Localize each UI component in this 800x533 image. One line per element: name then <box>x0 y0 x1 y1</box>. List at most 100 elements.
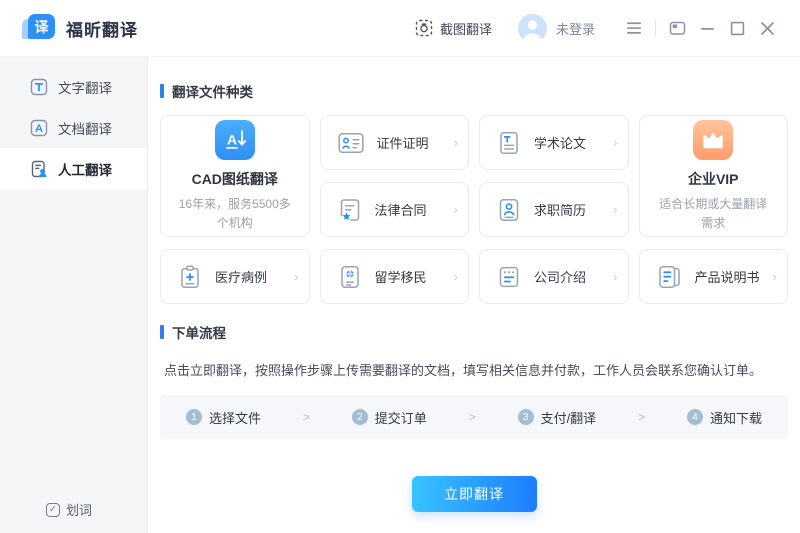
titlebar-actions: 截图翻译 未登录 <box>415 13 782 43</box>
step-arrow: > <box>303 410 310 424</box>
card-label: 证件证明 <box>377 133 429 152</box>
id-card-icon <box>338 132 364 154</box>
resume-person-icon <box>497 198 521 222</box>
card-title: 企业VIP <box>688 169 739 189</box>
step-pay-translate: 3 支付/翻译 <box>518 408 597 427</box>
card-subtitle: 适合长期或大量翻译需求 <box>654 195 774 232</box>
sidebar: 文字翻译 A 文档翻译 人工翻译 <box>0 57 148 533</box>
step-choose-file: 1 选择文件 <box>186 408 261 427</box>
chevron-right-icon: › <box>613 135 617 150</box>
step-number-badge: 3 <box>518 409 534 425</box>
card-company-intro[interactable]: 公司介绍 › <box>479 249 629 304</box>
card-product-manual[interactable]: 产品说明书 › <box>639 249 789 304</box>
step-number-badge: 2 <box>352 409 368 425</box>
word-selection-toggle[interactable]: ✓ 划词 <box>46 500 92 519</box>
chevron-right-icon: › <box>294 269 298 284</box>
app-window: 译 福昕翻译 截图翻译 未登 <box>0 0 800 533</box>
title-bar: 译 福昕翻译 截图翻译 未登 <box>0 0 800 57</box>
card-label: 产品说明书 <box>695 267 760 286</box>
step-label: 选择文件 <box>209 408 261 427</box>
screenshot-translate-button[interactable]: 截图翻译 <box>415 19 492 38</box>
chevron-right-icon: › <box>454 269 458 284</box>
svg-text:A: A <box>227 131 237 147</box>
section-accent-bar <box>160 84 164 98</box>
company-doc-icon <box>497 265 521 289</box>
step-arrow: > <box>638 410 645 424</box>
step-label: 提交订单 <box>375 408 427 427</box>
sidebar-item-doc-translate[interactable]: A 文档翻译 <box>0 107 147 148</box>
card-resume[interactable]: 求职简历 › <box>479 182 629 237</box>
step-submit-order: 2 提交订单 <box>352 408 427 427</box>
academic-paper-icon <box>497 131 521 155</box>
medical-plus-icon <box>178 265 202 289</box>
card-label: 法律合同 <box>375 200 427 219</box>
contract-star-icon <box>338 198 362 222</box>
human-translate-icon <box>30 160 48 178</box>
sidebar-item-human-translate[interactable]: 人工翻译 <box>0 148 147 189</box>
minimize-button[interactable] <box>692 13 722 43</box>
chevron-right-icon: › <box>613 202 617 217</box>
card-label: 留学移民 <box>375 267 427 286</box>
card-certificate[interactable]: 证件证明 › <box>320 115 470 170</box>
chevron-right-icon: › <box>454 135 458 150</box>
card-label: 学术论文 <box>534 133 586 152</box>
login-status[interactable]: 未登录 <box>556 19 595 38</box>
chevron-right-icon: › <box>773 269 777 284</box>
screenshot-translate-label: 截图翻译 <box>440 19 492 38</box>
card-academic-paper[interactable]: 学术论文 › <box>479 115 629 170</box>
step-arrow: > <box>469 410 476 424</box>
file-types-header: 翻译文件种类 <box>160 81 788 101</box>
step-label: 支付/翻译 <box>541 408 597 427</box>
vip-crown-icon <box>693 120 733 160</box>
globe-document-icon <box>338 265 362 289</box>
main-content: 翻译文件种类 A CAD图纸翻译 16年来，服务5500多个机构 <box>148 57 800 533</box>
section-accent-bar <box>160 325 164 339</box>
sidebar-item-text-translate[interactable]: 文字翻译 <box>0 66 147 107</box>
word-selection-checkbox[interactable]: ✓ <box>46 503 60 517</box>
app-title: 福昕翻译 <box>66 16 138 41</box>
sidebar-item-label: 文档翻译 <box>58 118 112 138</box>
text-translate-icon <box>30 78 48 96</box>
card-immigration[interactable]: 留学移民 › <box>320 249 470 304</box>
card-enterprise-vip[interactable]: 企业VIP 适合长期或大量翻译需求 <box>639 115 789 237</box>
step-number-badge: 1 <box>186 409 202 425</box>
titlebar-divider <box>655 20 656 36</box>
chevron-right-icon: › <box>454 202 458 217</box>
cad-translate-icon: A <box>215 120 255 160</box>
card-cad-translation[interactable]: A CAD图纸翻译 16年来，服务5500多个机构 <box>160 115 310 237</box>
step-label: 通知下载 <box>710 408 762 427</box>
card-medical-case[interactable]: 医疗病例 › <box>160 249 310 304</box>
screenshot-camera-icon <box>415 19 433 37</box>
card-label: 求职简历 <box>534 200 586 219</box>
user-avatar[interactable] <box>518 14 547 43</box>
maximize-button[interactable] <box>722 13 752 43</box>
close-button[interactable] <box>752 13 782 43</box>
translate-now-button[interactable]: 立即翻译 <box>412 476 537 512</box>
order-flow-description: 点击立即翻译，按照操作步骤上传需要翻译的文档，填写相关信息并付款，工作人员会联系… <box>164 360 784 379</box>
card-label: 公司介绍 <box>534 267 586 286</box>
manual-doc-icon <box>657 265 682 289</box>
card-label: 医疗病例 <box>215 267 267 286</box>
card-title: CAD图纸翻译 <box>192 169 278 189</box>
card-legal-contract[interactable]: 法律合同 › <box>320 182 470 237</box>
menu-button[interactable] <box>619 13 649 43</box>
order-flow-title: 下单流程 <box>172 322 226 342</box>
mini-window-button[interactable] <box>662 13 692 43</box>
doc-translate-icon: A <box>30 119 48 137</box>
order-flow-header: 下单流程 <box>160 322 788 342</box>
chevron-right-icon: › <box>613 269 617 284</box>
svg-text:A: A <box>35 123 43 135</box>
cta-row: 立即翻译 <box>160 476 788 512</box>
logo-bubble-front: 译 <box>28 14 55 39</box>
app-logo-icon: 译 <box>22 12 56 44</box>
sidebar-item-label: 人工翻译 <box>58 159 112 179</box>
word-selection-label: 划词 <box>66 500 92 519</box>
file-types-title: 翻译文件种类 <box>172 81 253 101</box>
brand: 译 福昕翻译 <box>22 12 138 44</box>
step-number-badge: 4 <box>687 409 703 425</box>
order-steps-bar: 1 选择文件 > 2 提交订单 > 3 支付/翻译 > 4 通知下载 <box>160 395 788 439</box>
file-type-grid: A CAD图纸翻译 16年来，服务5500多个机构 <box>160 115 788 304</box>
card-subtitle: 16年来，服务5500多个机构 <box>175 195 295 232</box>
step-notify-download: 4 通知下载 <box>687 408 762 427</box>
sidebar-item-label: 文字翻译 <box>58 77 112 97</box>
